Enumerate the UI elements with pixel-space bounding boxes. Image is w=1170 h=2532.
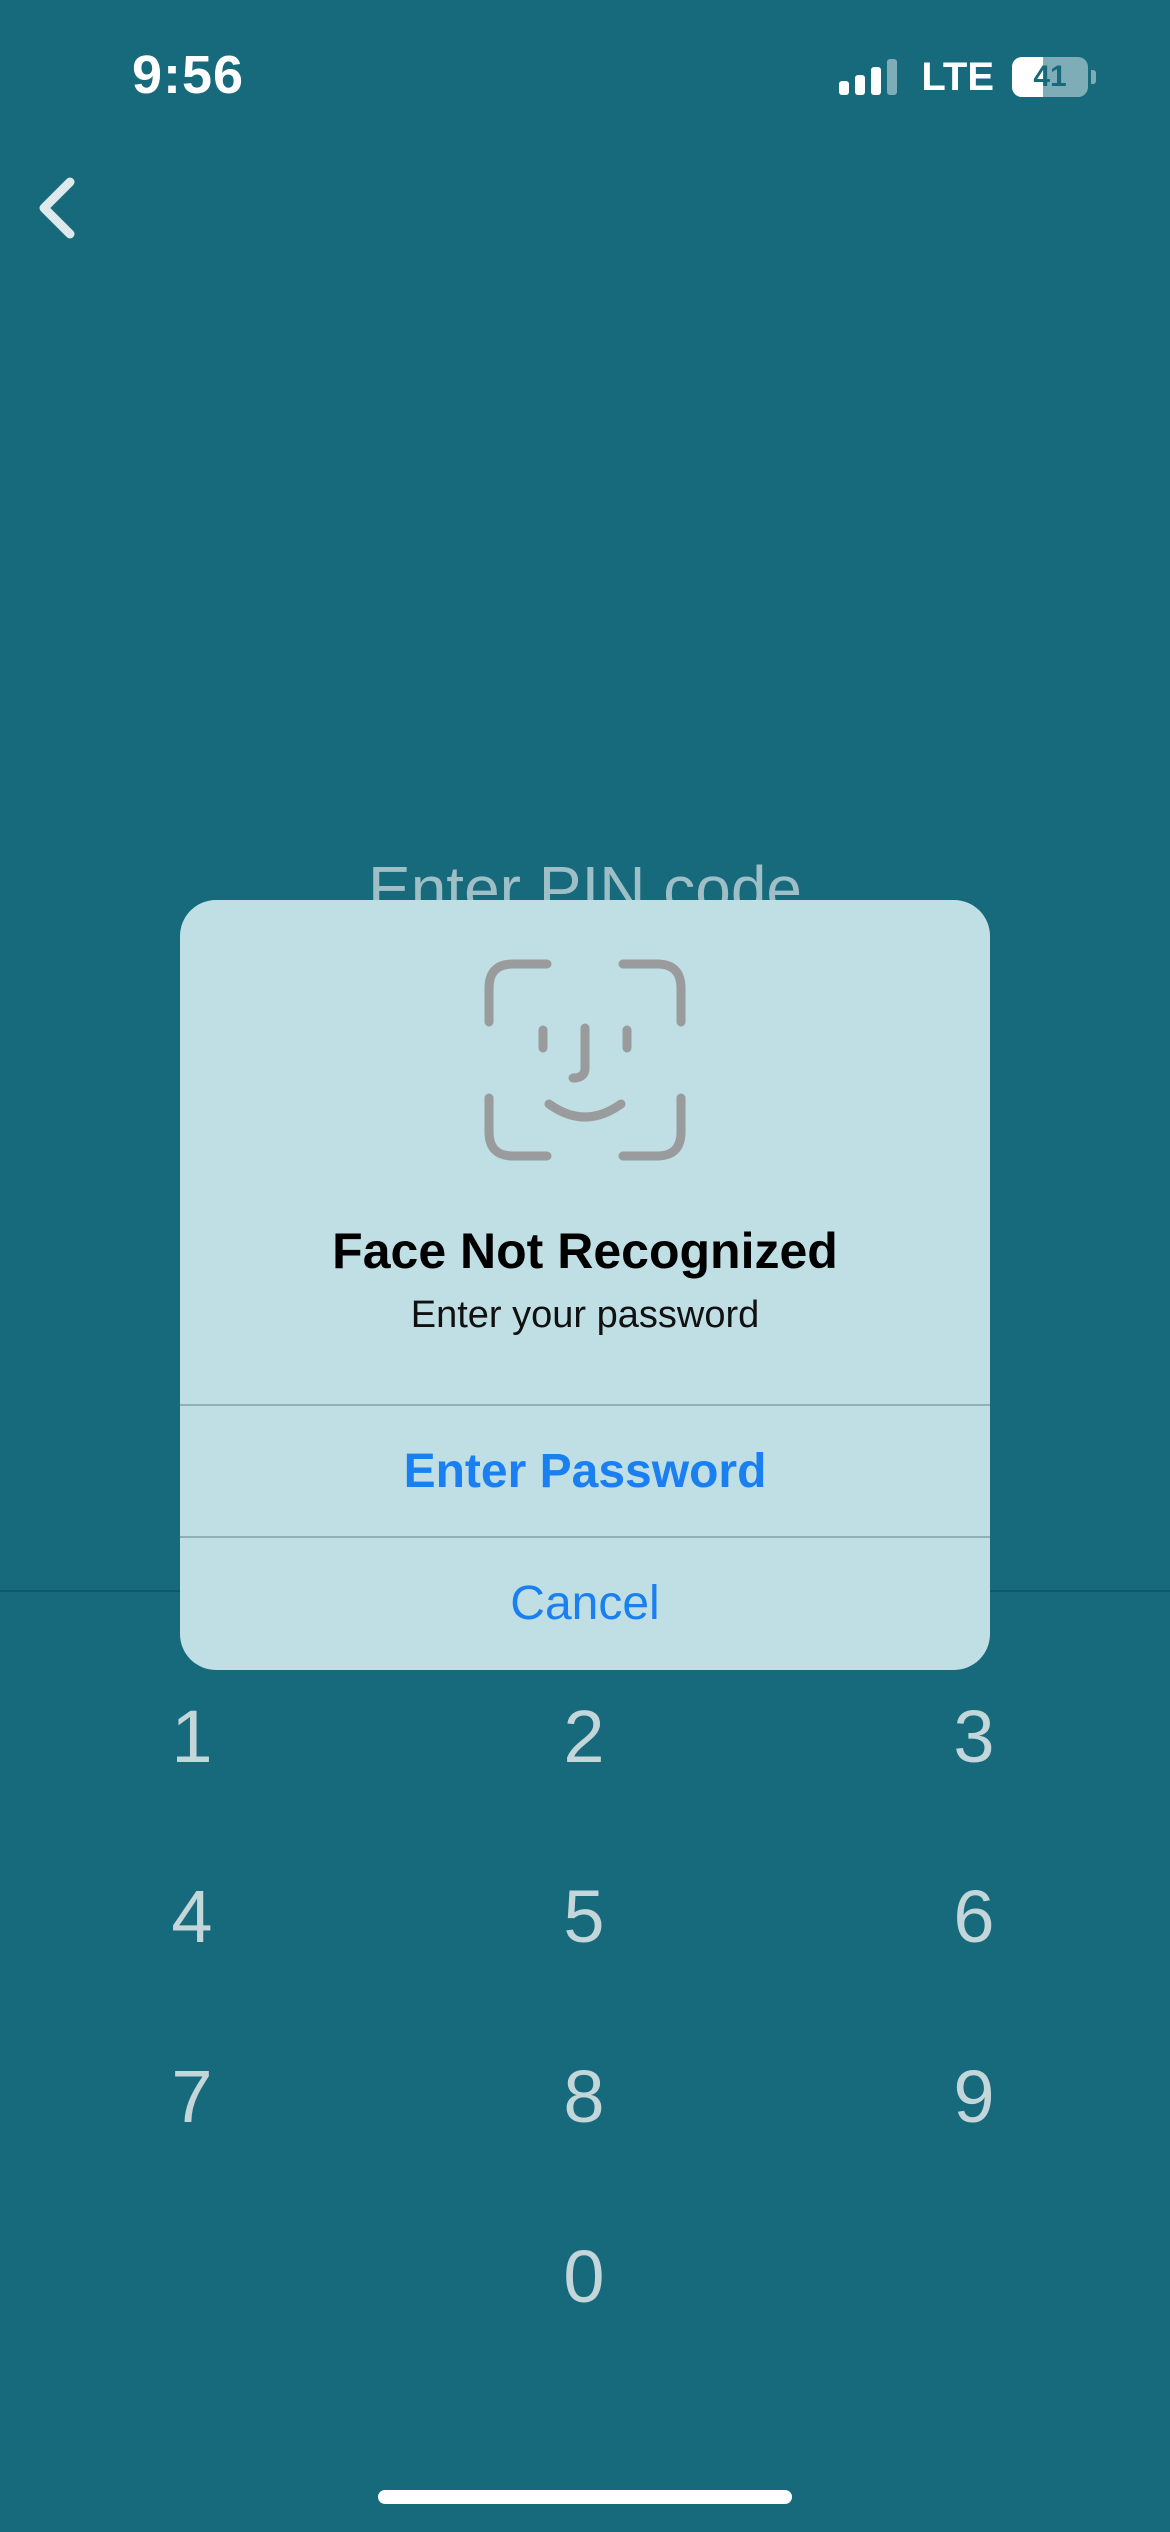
status-indicators: LTE 41 [839,52,1096,102]
key-6[interactable]: 6 [874,1846,1074,1986]
face-id-icon [484,959,686,1161]
key-2[interactable]: 2 [484,1666,684,1806]
battery-level: 41 [1033,60,1067,93]
key-1[interactable]: 1 [92,1666,292,1806]
key-7[interactable]: 7 [92,2026,292,2166]
battery-tip [1091,70,1096,84]
key-3[interactable]: 3 [874,1666,1074,1806]
battery-icon: 41 [1012,57,1088,97]
face-id-alert: Face Not Recognized Enter your password … [180,900,990,1670]
home-indicator[interactable] [378,2490,792,2504]
pin-screen: 9:56 LTE 41 Enter PIN code 1 2 3 4 5 6 7… [0,0,1170,2532]
key-4[interactable]: 4 [92,1846,292,1986]
key-8[interactable]: 8 [484,2026,684,2166]
key-0[interactable]: 0 [484,2206,684,2346]
enter-password-button[interactable]: Enter Password [180,1406,990,1536]
chevron-left-icon [39,177,75,239]
key-5[interactable]: 5 [484,1846,684,1986]
cellular-signal-icon [839,59,903,95]
cancel-button[interactable]: Cancel [180,1538,990,1668]
status-time: 9:56 [132,45,245,105]
back-button[interactable] [18,168,98,248]
key-9[interactable]: 9 [874,2026,1074,2166]
alert-title: Face Not Recognized [332,1223,838,1279]
network-type: LTE [921,54,994,99]
alert-message: Enter your password [410,1294,760,1336]
